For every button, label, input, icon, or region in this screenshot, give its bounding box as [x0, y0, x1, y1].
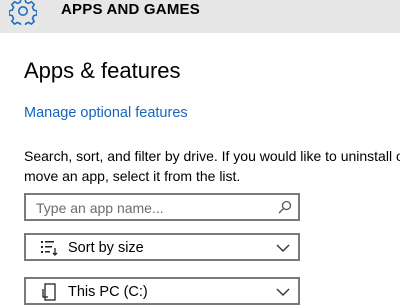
- app-search-input[interactable]: Type an app name...: [24, 193, 300, 221]
- page-title: Apps & features: [24, 58, 181, 83]
- search-placeholder: Type an app name...: [36, 200, 164, 216]
- drive-value: This PC (C:): [68, 284, 148, 300]
- chevron-down-icon: [276, 244, 290, 252]
- description-text: Search, sort, and filter by drive. If yo…: [24, 146, 400, 186]
- header-title: APPS AND GAMES: [61, 1, 200, 18]
- search-icon[interactable]: [277, 199, 293, 215]
- gear-icon[interactable]: [9, 0, 37, 25]
- pc-icon: [42, 283, 56, 301]
- chevron-down-icon: [276, 288, 290, 296]
- description-line-1: Search, sort, and filter by drive. If yo…: [24, 148, 400, 164]
- description-line-2: move an app, select it from the list.: [24, 168, 241, 184]
- sort-value: Sort by size: [68, 240, 144, 256]
- header-bar: APPS AND GAMES: [0, 0, 400, 33]
- sort-dropdown[interactable]: Sort by size: [24, 233, 300, 261]
- manage-optional-features-link[interactable]: Manage optional features: [24, 105, 188, 121]
- drive-filter-dropdown[interactable]: This PC (C:): [24, 277, 300, 305]
- sort-icon: [41, 241, 58, 256]
